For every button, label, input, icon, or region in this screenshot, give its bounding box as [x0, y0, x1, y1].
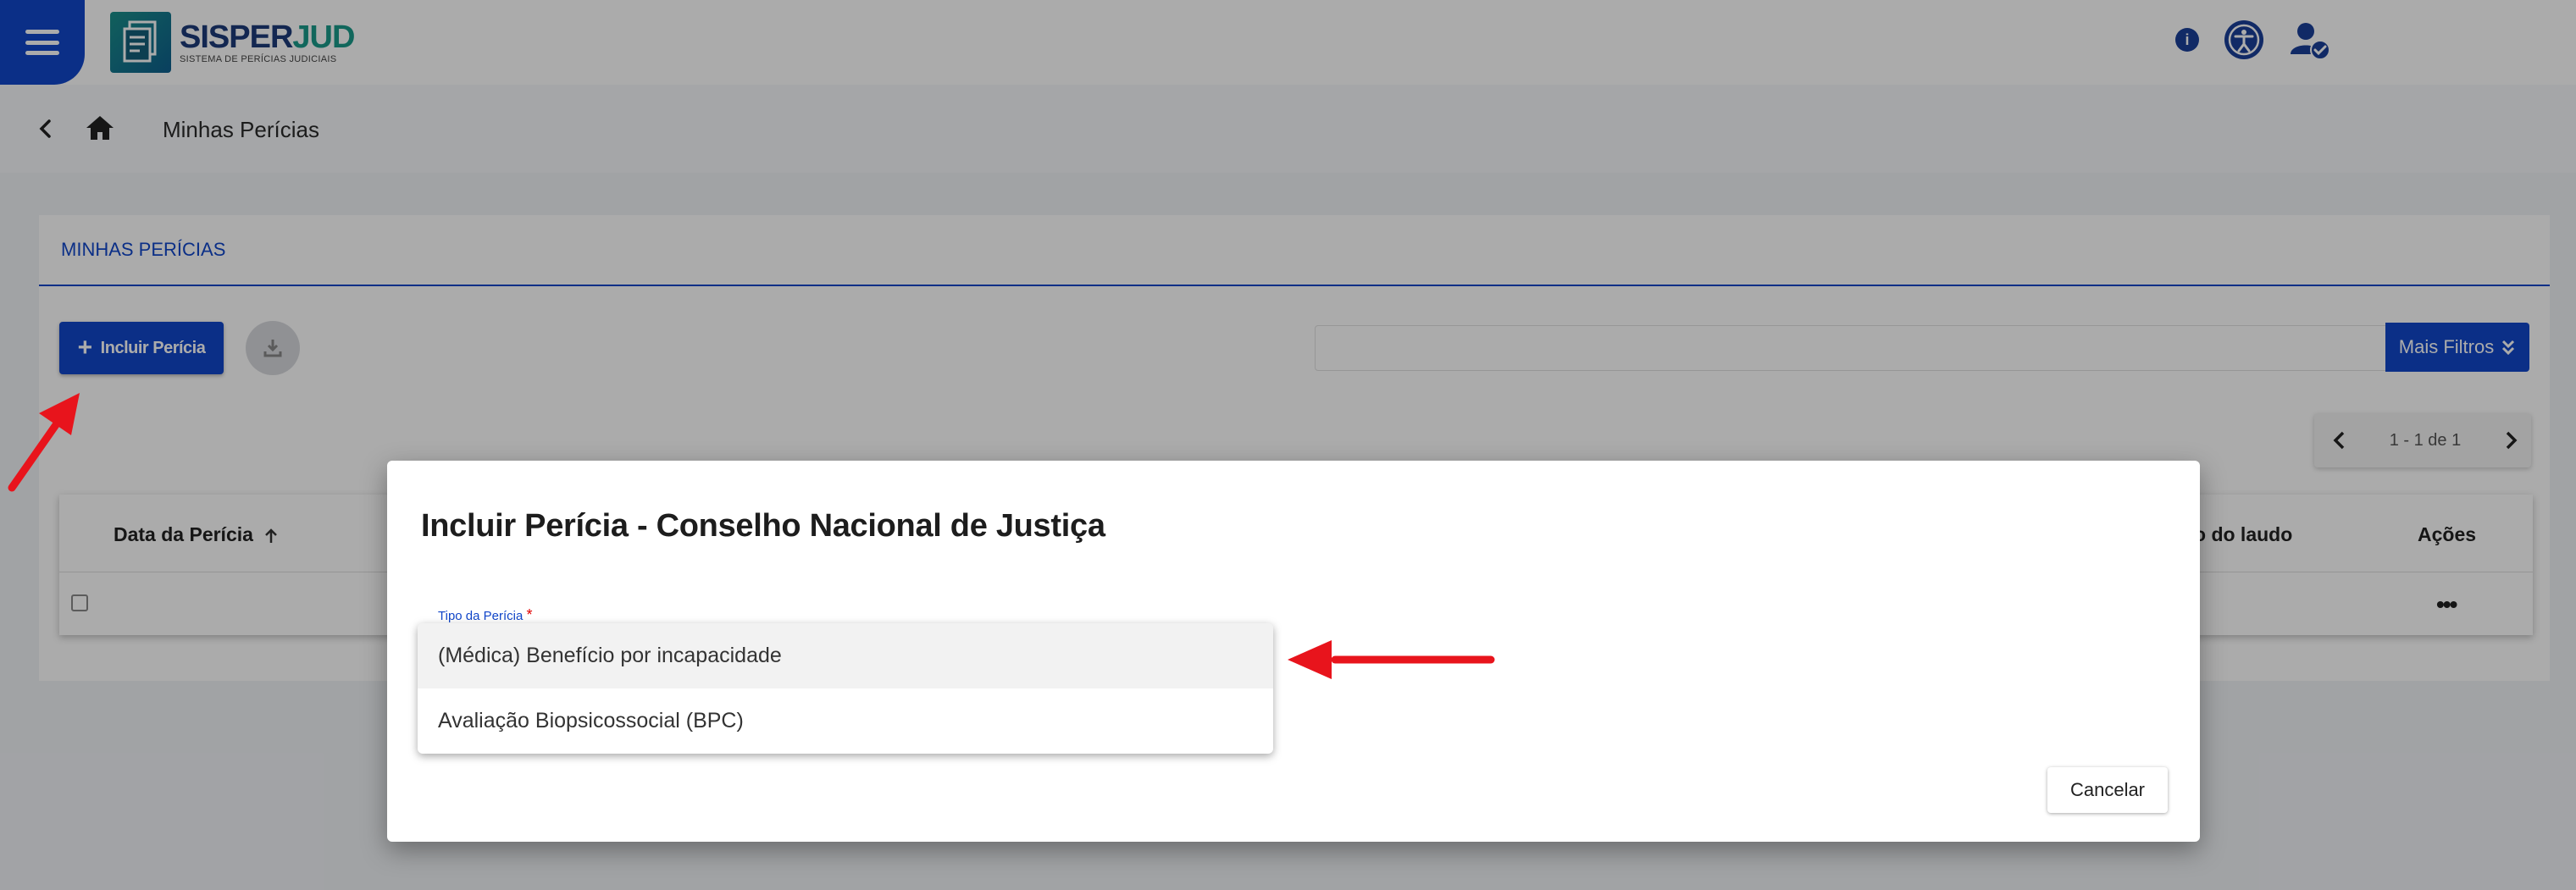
- option-beneficio-incapacidade[interactable]: (Médica) Benefício por incapacidade: [418, 623, 1273, 688]
- tipo-pericia-options: (Médica) Benefício por incapacidade Aval…: [418, 623, 1273, 754]
- dialog-title: Incluir Perícia - Conselho Nacional de J…: [421, 508, 1105, 544]
- option-avaliacao-bpc[interactable]: Avaliação Biopsicossocial (BPC): [418, 688, 1273, 754]
- annotation-arrow-icon: [1288, 640, 1495, 679]
- tipo-pericia-label: Tipo da Perícia *: [438, 606, 533, 623]
- cancel-button[interactable]: Cancelar: [2047, 767, 2168, 813]
- annotation-arrow-icon: [8, 393, 80, 492]
